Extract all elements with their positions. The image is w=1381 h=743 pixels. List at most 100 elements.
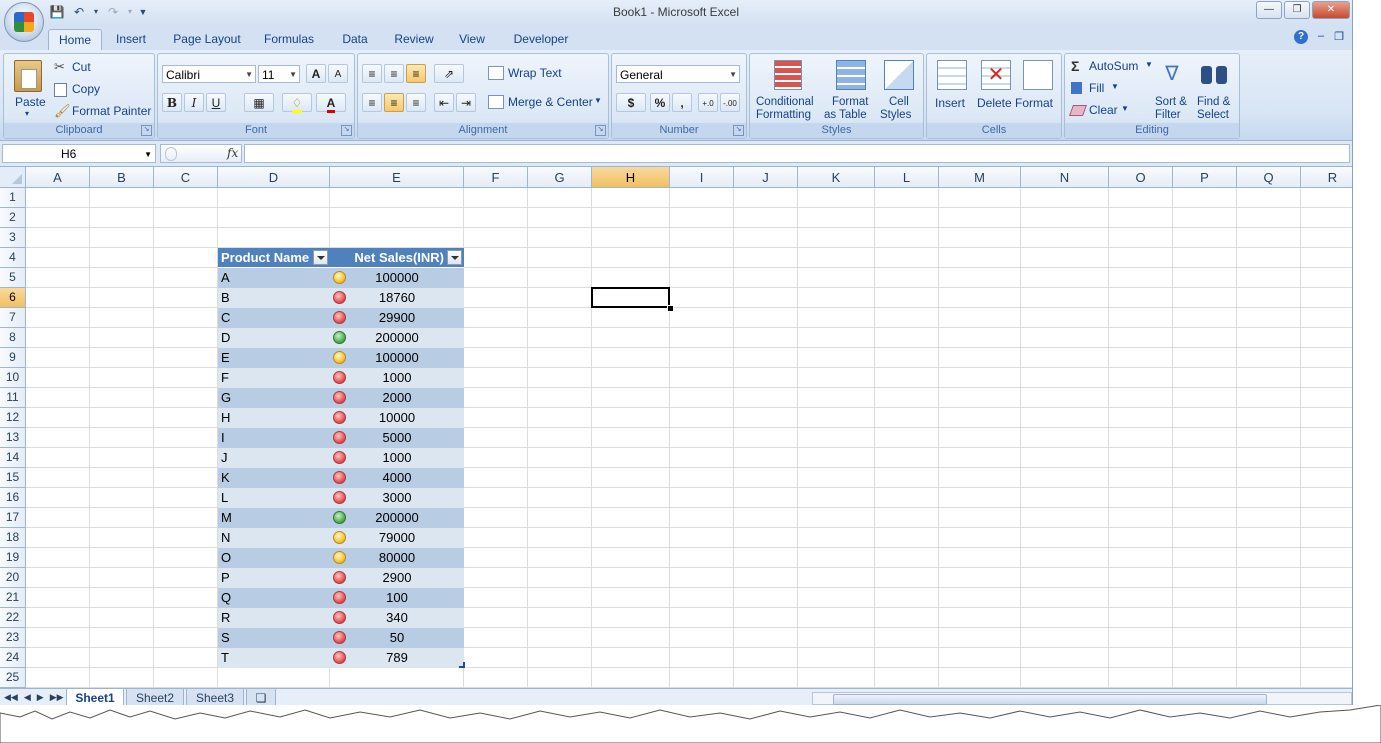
- decrease-indent-button[interactable]: ⇤: [434, 93, 454, 112]
- formula-splitter-icon[interactable]: [165, 147, 177, 161]
- table-cell-product[interactable]: A: [218, 268, 330, 288]
- align-bottom-button[interactable]: ≡: [406, 64, 426, 83]
- table-cell-net-sales[interactable]: 80000: [330, 548, 464, 568]
- ribbon-restore-icon[interactable]: ❐: [1334, 30, 1344, 44]
- italic-button[interactable]: I: [184, 93, 204, 112]
- table-cell-net-sales[interactable]: 4000: [330, 468, 464, 488]
- column-header-p[interactable]: P: [1173, 167, 1237, 188]
- column-header-l[interactable]: L: [875, 167, 939, 188]
- alignment-launcher-icon[interactable]: ↘: [595, 125, 606, 136]
- ribbon-minimize-icon[interactable]: –: [1318, 30, 1324, 44]
- last-sheet-icon[interactable]: ▶▶: [50, 692, 64, 703]
- align-middle-button[interactable]: ≡: [384, 64, 404, 83]
- tab-page-layout[interactable]: Page Layout: [168, 29, 246, 50]
- font-launcher-icon[interactable]: ↘: [341, 125, 352, 136]
- row-header-6[interactable]: 6: [0, 288, 26, 308]
- row-header-10[interactable]: 10: [0, 368, 26, 388]
- table-cell-net-sales[interactable]: 1000: [330, 448, 464, 468]
- tab-formulas[interactable]: Formulas: [258, 29, 320, 50]
- table-cell-product[interactable]: E: [218, 348, 330, 368]
- clipboard-launcher-icon[interactable]: ↘: [141, 125, 152, 136]
- table-cell-net-sales[interactable]: 340: [330, 608, 464, 628]
- table-cell-net-sales[interactable]: 50: [330, 628, 464, 648]
- table-cell-net-sales[interactable]: 200000: [330, 328, 464, 348]
- row-header-7[interactable]: 7: [0, 308, 26, 328]
- office-button[interactable]: [4, 2, 44, 42]
- autosum-button[interactable]: Σ AutoSum ▼: [1069, 58, 1153, 76]
- number-format-combo[interactable]: General ▼: [616, 65, 740, 83]
- table-cell-net-sales[interactable]: 100: [330, 588, 464, 608]
- find-select-button[interactable]: Find & Select: [1195, 56, 1237, 122]
- table-cell-net-sales[interactable]: 18760: [330, 288, 464, 308]
- table-cell-product[interactable]: M: [218, 508, 330, 528]
- fill-button[interactable]: Fill ▼: [1069, 80, 1129, 98]
- formula-input[interactable]: [244, 144, 1350, 163]
- filter-dropdown-button[interactable]: [313, 250, 328, 265]
- column-header-a[interactable]: A: [26, 167, 90, 188]
- align-left-button[interactable]: ≡: [362, 93, 382, 112]
- column-header-m[interactable]: M: [939, 167, 1021, 188]
- borders-button[interactable]: ▦: [244, 93, 274, 112]
- row-header-14[interactable]: 14: [0, 448, 26, 468]
- prev-sheet-icon[interactable]: ◀: [24, 692, 31, 703]
- horizontal-scrollbar[interactable]: [812, 692, 1352, 705]
- insert-function-button[interactable]: fx: [227, 146, 238, 160]
- align-center-button[interactable]: ≡: [384, 93, 404, 112]
- row-header-15[interactable]: 15: [0, 468, 26, 488]
- row-header-25[interactable]: 25: [0, 668, 26, 688]
- row-header-11[interactable]: 11: [0, 388, 26, 408]
- table-resize-handle[interactable]: [459, 662, 465, 668]
- table-cell-net-sales[interactable]: 29900: [330, 308, 464, 328]
- row-header-9[interactable]: 9: [0, 348, 26, 368]
- table-cell-product[interactable]: C: [218, 308, 330, 328]
- table-header-product-name[interactable]: Product Name: [218, 248, 330, 268]
- delete-cells-button[interactable]: ✕ Delete: [975, 56, 1017, 122]
- row-header-13[interactable]: 13: [0, 428, 26, 448]
- tab-developer[interactable]: Developer: [508, 29, 574, 50]
- minimize-button[interactable]: —: [1256, 1, 1282, 19]
- row-header-5[interactable]: 5: [0, 268, 26, 288]
- column-header-c[interactable]: C: [154, 167, 218, 188]
- column-header-i[interactable]: I: [670, 167, 734, 188]
- select-all-button[interactable]: [0, 167, 26, 188]
- clear-button[interactable]: Clear ▼: [1068, 102, 1135, 120]
- tab-view[interactable]: View: [452, 29, 492, 50]
- tab-insert[interactable]: Insert: [108, 29, 154, 50]
- row-header-3[interactable]: 3: [0, 228, 26, 248]
- table-cell-net-sales[interactable]: 100000: [330, 348, 464, 368]
- font-size-combo[interactable]: 11 ▼: [258, 65, 300, 83]
- table-cell-product[interactable]: D: [218, 328, 330, 348]
- column-header-g[interactable]: G: [528, 167, 592, 188]
- row-header-17[interactable]: 17: [0, 508, 26, 528]
- cell-styles-button[interactable]: Cell Styles: [878, 56, 920, 122]
- shrink-font-button[interactable]: A: [328, 64, 348, 83]
- table-cell-net-sales[interactable]: 5000: [330, 428, 464, 448]
- table-cell-net-sales[interactable]: 200000: [330, 508, 464, 528]
- table-cell-product[interactable]: I: [218, 428, 330, 448]
- row-header-19[interactable]: 19: [0, 548, 26, 568]
- next-sheet-icon[interactable]: ▶: [37, 692, 44, 703]
- table-cell-product[interactable]: B: [218, 288, 330, 308]
- table-cell-product[interactable]: F: [218, 368, 330, 388]
- row-header-18[interactable]: 18: [0, 528, 26, 548]
- table-cell-product[interactable]: G: [218, 388, 330, 408]
- fill-color-button[interactable]: ♢: [282, 93, 312, 113]
- column-header-r[interactable]: R: [1301, 167, 1352, 188]
- column-header-n[interactable]: N: [1021, 167, 1109, 188]
- bold-button[interactable]: B: [162, 93, 182, 112]
- table-cell-product[interactable]: N: [218, 528, 330, 548]
- first-sheet-icon[interactable]: ◀◀: [4, 692, 18, 703]
- table-cell-product[interactable]: H: [218, 408, 330, 428]
- number-launcher-icon[interactable]: ↘: [733, 125, 744, 136]
- paste-button[interactable]: Paste ▾: [8, 56, 48, 120]
- table-cell-product[interactable]: R: [218, 608, 330, 628]
- insert-cells-button[interactable]: Insert: [931, 56, 973, 122]
- column-header-e[interactable]: E: [330, 167, 464, 188]
- tab-home[interactable]: Home: [48, 29, 102, 51]
- worksheet-grid[interactable]: A B C D E F G H I J K L M N O P Q R 1 2 3 4 5 6 7 8 9 10 11 12 13 14 15 1…: [0, 167, 1352, 688]
- increase-decimal-button[interactable]: +.0: [698, 93, 718, 112]
- tab-data[interactable]: Data: [334, 29, 376, 50]
- close-button[interactable]: ✕: [1312, 1, 1350, 19]
- decrease-decimal-button[interactable]: -.00: [720, 93, 740, 112]
- table-cell-net-sales[interactable]: 100000: [330, 268, 464, 288]
